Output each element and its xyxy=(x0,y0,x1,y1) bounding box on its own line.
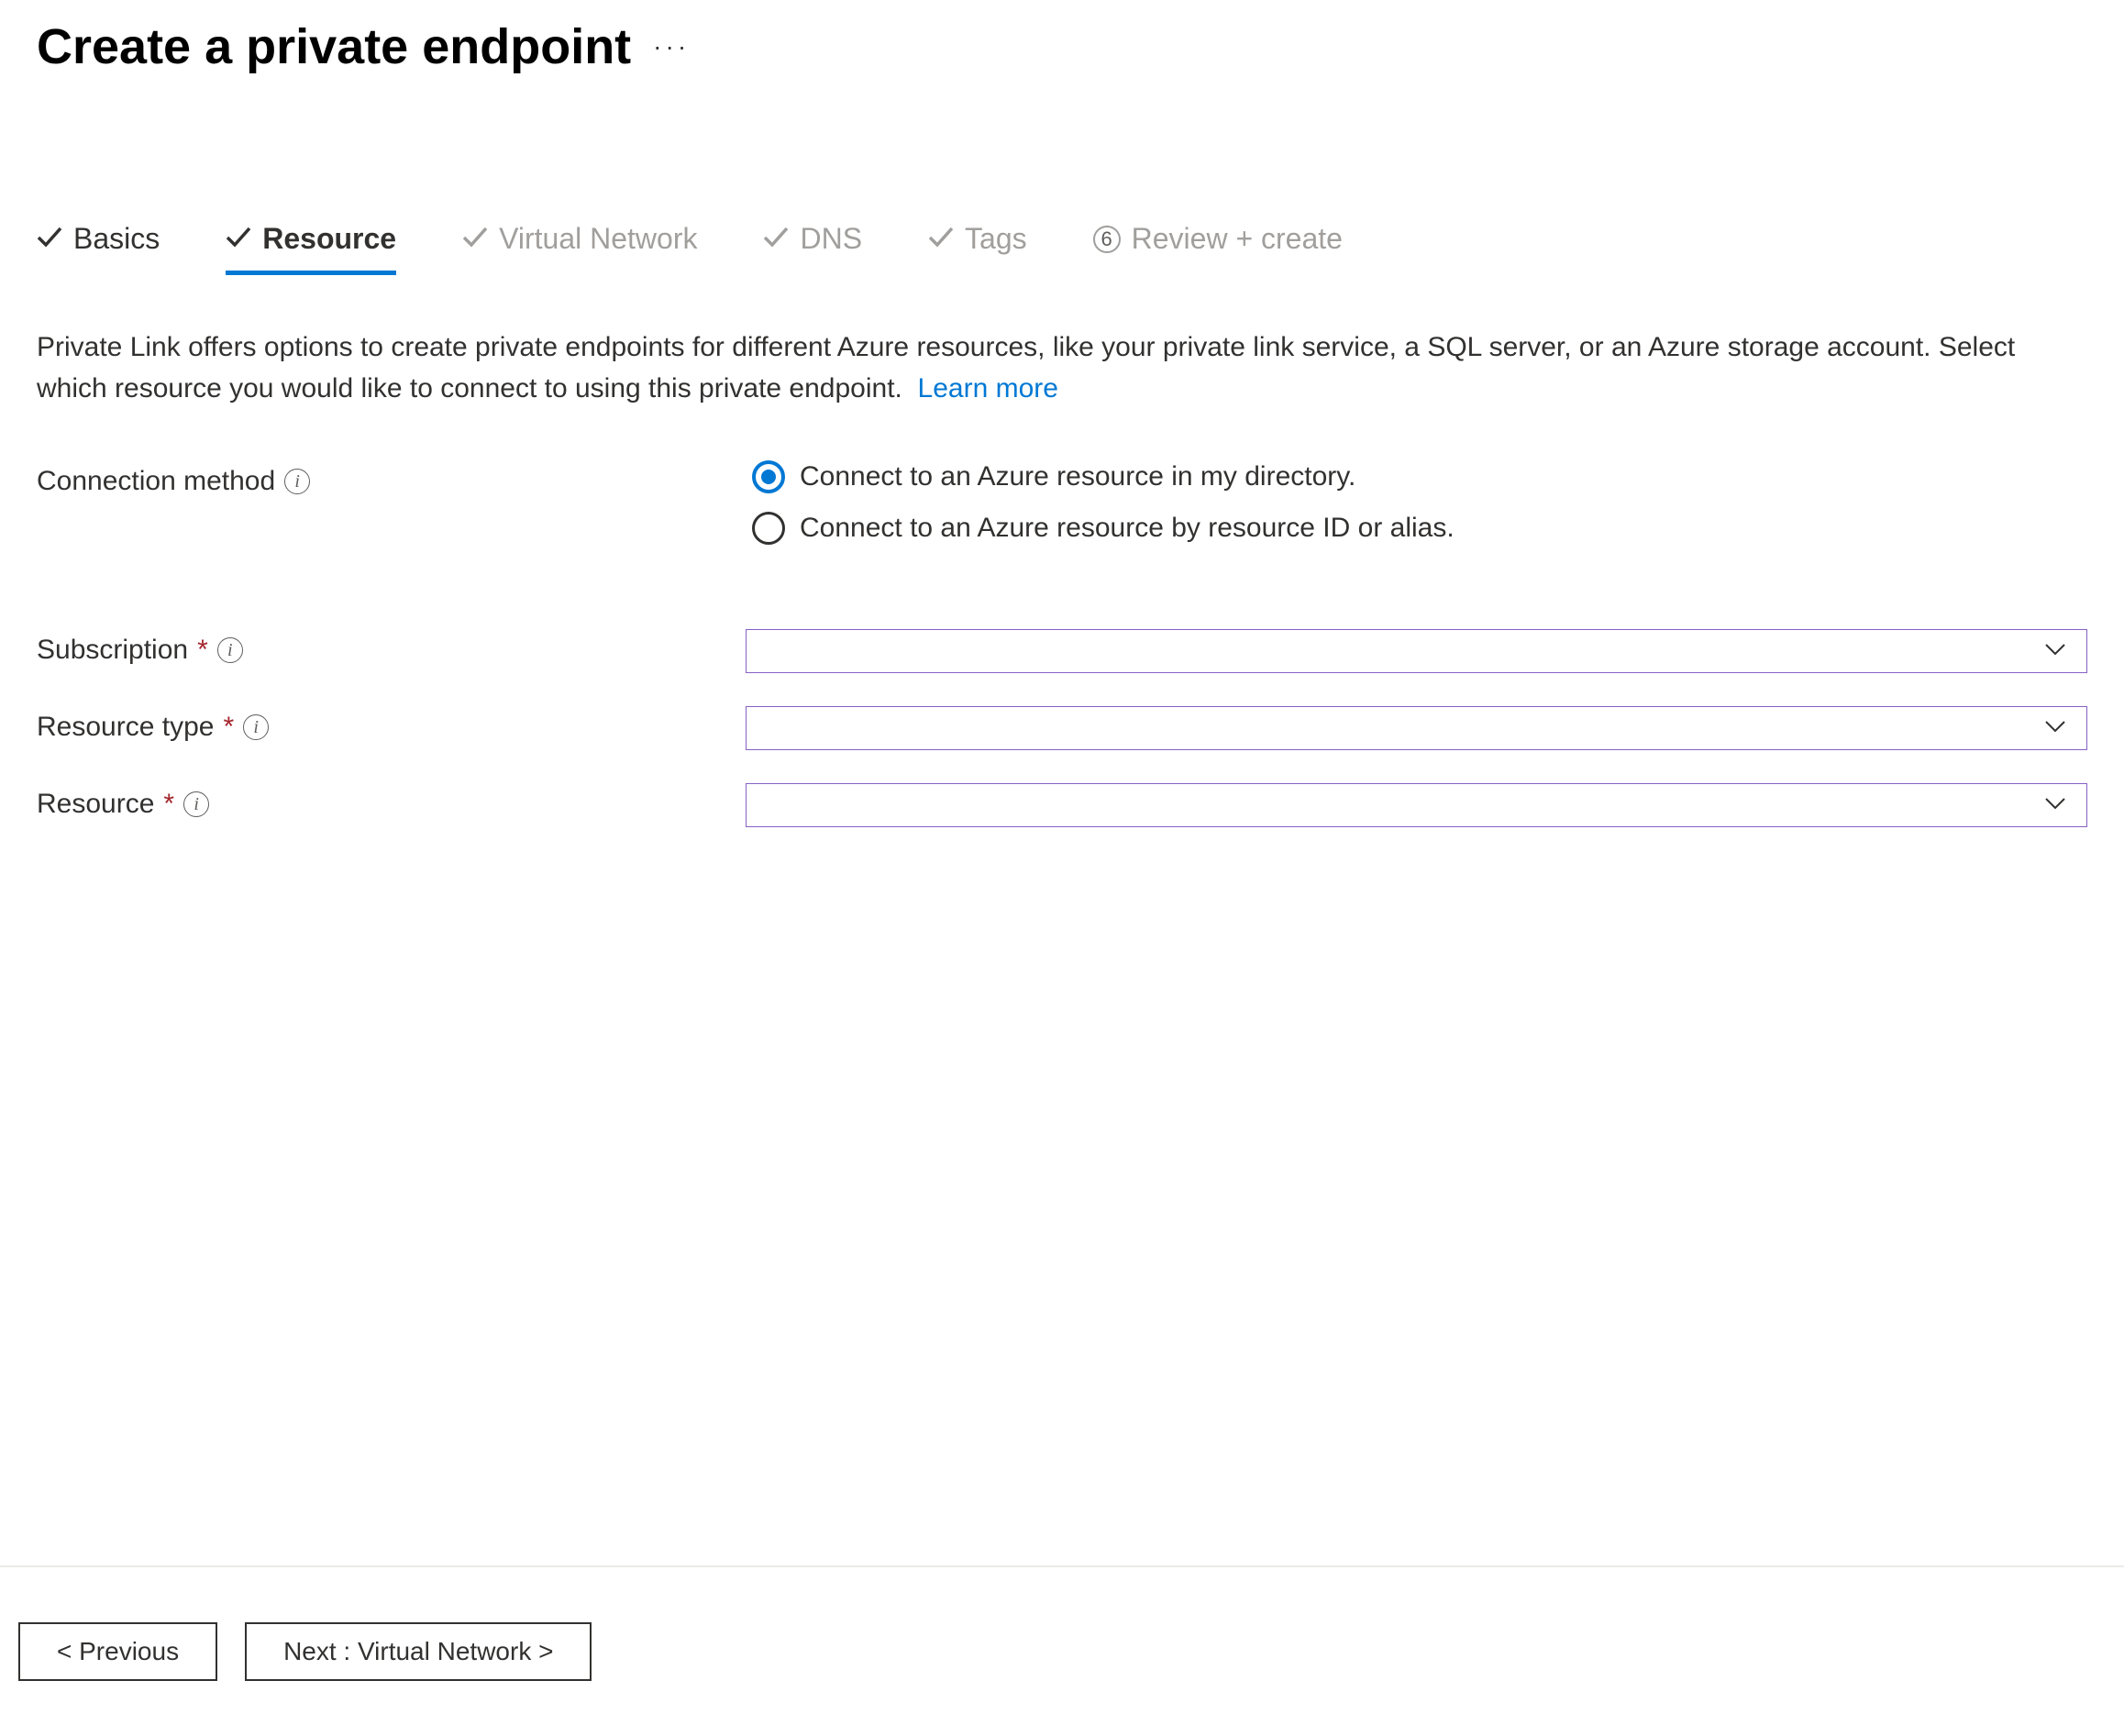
subscription-dropdown[interactable] xyxy=(746,629,2087,673)
radio-button-icon xyxy=(752,460,785,493)
radio-connect-directory[interactable]: Connect to an Azure resource in my direc… xyxy=(752,460,1455,493)
tab-review-create[interactable]: 6 Review + create xyxy=(1093,222,1343,275)
connection-method-radio-group: Connect to an Azure resource in my direc… xyxy=(752,460,1455,545)
tab-label: DNS xyxy=(800,222,862,256)
more-options-icon[interactable]: ··· xyxy=(653,32,690,61)
page-title: Create a private endpoint xyxy=(37,18,631,75)
tab-basics[interactable]: Basics xyxy=(37,222,160,275)
chevron-down-icon xyxy=(2044,797,2066,814)
info-icon[interactable]: i xyxy=(217,637,243,663)
wizard-tabs: Basics Resource Virtual Network DNS Tags… xyxy=(37,222,2087,275)
info-icon[interactable]: i xyxy=(284,469,310,494)
tab-resource[interactable]: Resource xyxy=(226,222,396,275)
tab-label: Tags xyxy=(965,222,1027,256)
check-icon xyxy=(226,222,251,256)
required-indicator: * xyxy=(223,712,234,743)
check-icon xyxy=(763,222,789,256)
chevron-down-icon xyxy=(2044,643,2066,660)
tab-virtual-network[interactable]: Virtual Network xyxy=(462,222,697,275)
radio-connect-resource-id[interactable]: Connect to an Azure resource by resource… xyxy=(752,512,1455,545)
tab-tags[interactable]: Tags xyxy=(928,222,1027,275)
learn-more-link[interactable]: Learn more xyxy=(918,373,1058,404)
resource-dropdown[interactable] xyxy=(746,783,2087,827)
radio-label: Connect to an Azure resource in my direc… xyxy=(800,461,1355,492)
resource-label: Resource * i xyxy=(37,783,746,820)
check-icon xyxy=(462,222,488,256)
step-number-icon: 6 xyxy=(1093,226,1121,253)
check-icon xyxy=(928,222,954,256)
tab-description: Private Link offers options to create pr… xyxy=(37,326,2087,409)
required-indicator: * xyxy=(197,635,208,666)
resource-type-label: Resource type * i xyxy=(37,706,746,743)
next-button[interactable]: Next : Virtual Network > xyxy=(245,1622,592,1681)
tab-label: Review + create xyxy=(1132,222,1343,256)
radio-label: Connect to an Azure resource by resource… xyxy=(800,513,1455,544)
radio-button-icon xyxy=(752,512,785,545)
subscription-label: Subscription * i xyxy=(37,629,746,666)
wizard-footer: < Previous Next : Virtual Network > xyxy=(0,1565,2124,1736)
tab-label: Resource xyxy=(262,222,396,256)
connection-method-label: Connection method i xyxy=(37,460,752,497)
tab-dns[interactable]: DNS xyxy=(763,222,862,275)
info-icon[interactable]: i xyxy=(183,791,209,817)
previous-button[interactable]: < Previous xyxy=(18,1622,217,1681)
tab-label: Virtual Network xyxy=(499,222,697,256)
required-indicator: * xyxy=(163,789,174,820)
chevron-down-icon xyxy=(2044,720,2066,737)
resource-type-dropdown[interactable] xyxy=(746,706,2087,750)
check-icon xyxy=(37,222,62,256)
tab-label: Basics xyxy=(73,222,160,256)
info-icon[interactable]: i xyxy=(243,714,269,740)
